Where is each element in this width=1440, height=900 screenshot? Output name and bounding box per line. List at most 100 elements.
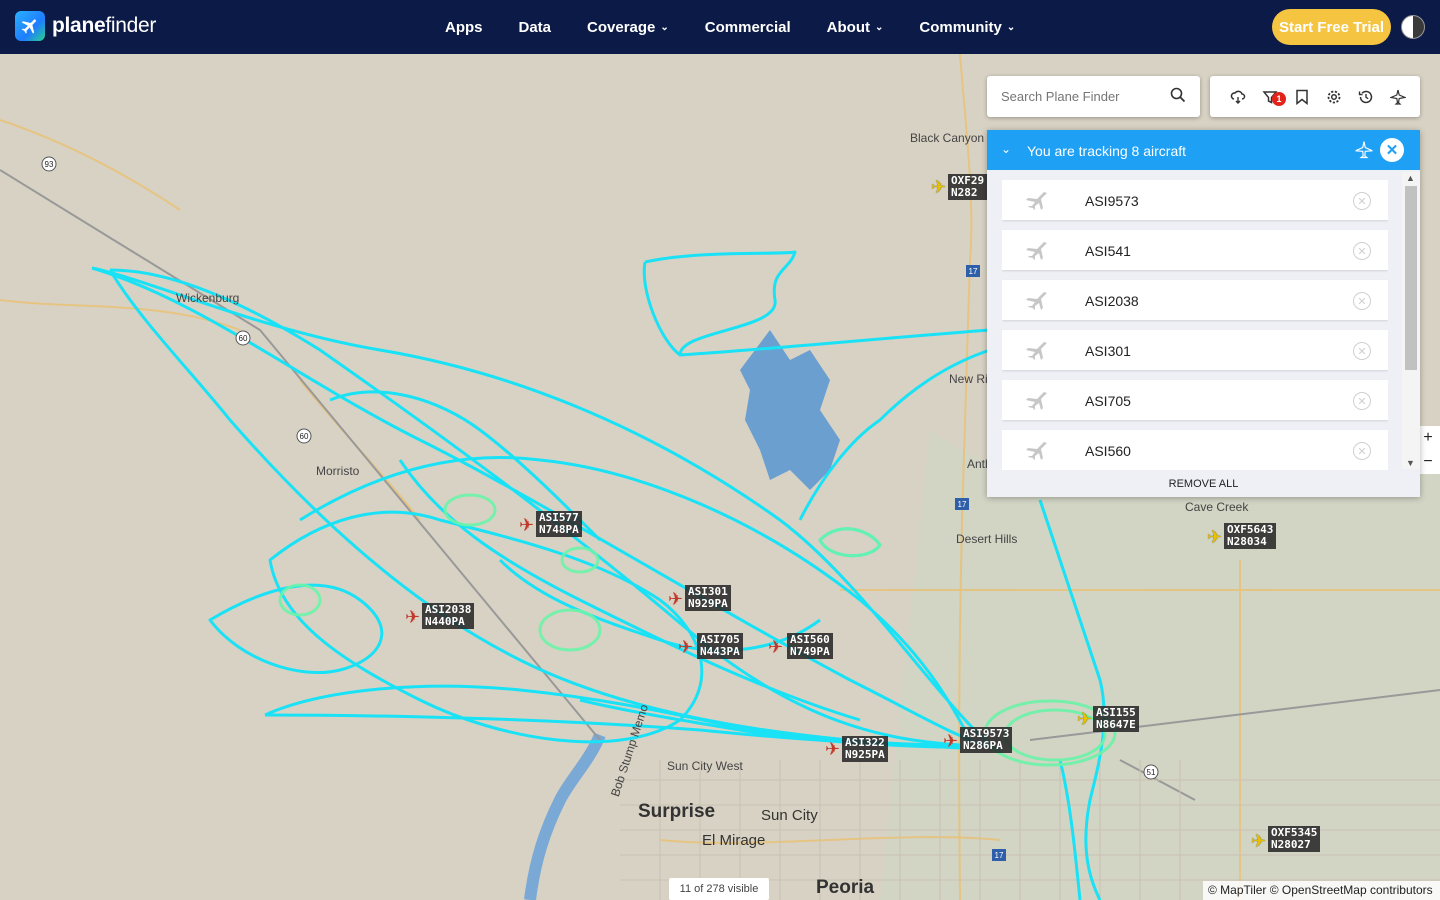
aircraft-label[interactable]: ASI577 N748PA [536,511,582,537]
tracked-aircraft-row[interactable]: ASI705 ✕ [1002,380,1388,420]
aircraft-callsign: ASI301 [1085,343,1131,359]
start-free-trial-button[interactable]: Start Free Trial [1272,9,1391,45]
logo-text: planefinder [52,14,157,37]
aircraft-marker-icon[interactable]: ✈ [678,638,693,656]
aircraft-marker-icon[interactable]: ✈ [768,638,783,656]
plane-icon [1024,190,1050,215]
aircraft-label[interactable]: ASI705 N443PA [697,633,743,659]
scrollbar-thumb[interactable] [1405,186,1417,370]
aircraft-marker-icon[interactable]: ✈ [405,608,420,626]
place-black-canyon: Black Canyon C [910,131,997,145]
panel-scrollbar[interactable]: ▲ ▼ [1402,172,1420,469]
remove-aircraft-button[interactable]: ✕ [1353,392,1371,410]
svg-text:17: 17 [969,267,978,276]
aircraft-callsign: ASI2038 [1085,293,1139,309]
place-cave-creek: Cave Creek [1185,500,1249,514]
tracked-aircraft-row[interactable]: ASI301 ✕ [1002,330,1388,370]
place-el-mirage: El Mirage [702,832,766,849]
aircraft-callsign: ASI560 [1085,443,1131,459]
map-attribution[interactable]: © MapTiler © OpenStreetMap contributors [1203,881,1440,900]
svg-text:51: 51 [1147,768,1156,777]
aircraft-label[interactable]: ASI9573 N286PA [960,727,1013,753]
map-toolbar: 1 [1210,76,1420,117]
tracked-aircraft-row[interactable]: ASI560 ✕ [1002,430,1388,470]
bookmark-icon[interactable] [1286,76,1318,117]
plane-icon [1024,440,1050,465]
user-avatar[interactable] [1401,15,1425,39]
svg-text:60: 60 [300,432,309,441]
main-nav: Apps Data Coverage ⌄ Commercial About ⌄ Co… [445,0,1051,54]
plane-icon [1024,240,1050,265]
aircraft-marker-icon[interactable]: ✈ [931,178,946,196]
tracking-panel: ⌄ You are tracking 8 aircraft ✕ ASI9573 … [987,130,1420,497]
search-input[interactable] [1001,89,1161,104]
aircraft-marker-icon[interactable]: ✈ [1077,710,1092,728]
aircraft-callsign: ASI9573 [1085,193,1139,209]
nav-data[interactable]: Data [519,19,552,36]
close-panel-button[interactable]: ✕ [1380,138,1404,162]
tracked-aircraft-row[interactable]: ASI2038 ✕ [1002,280,1388,320]
aircraft-marker-icon[interactable]: ✈ [943,732,958,750]
nav-about[interactable]: About ⌄ [827,19,884,36]
place-sun-city: Sun City [761,807,818,824]
tracking-title: You are tracking 8 aircraft [1027,143,1187,159]
chevron-down-icon: ⌄ [660,21,669,33]
plane-icon [1024,340,1050,365]
aircraft-marker-icon[interactable]: ✈ [519,516,534,534]
visible-aircraft-count: 11 of 278 visible [669,878,769,900]
scroll-up-icon[interactable]: ▲ [1406,173,1415,183]
plane-outline-icon [1354,140,1374,165]
search-box [987,76,1200,117]
remove-aircraft-button[interactable]: ✕ [1353,192,1371,210]
remove-all-button[interactable]: REMOVE ALL [987,474,1420,497]
aircraft-label[interactable]: ASI2038 N440PA [422,603,475,629]
place-peoria: Peoria [816,877,875,898]
plane-icon [1024,390,1050,415]
svg-text:60: 60 [239,334,248,343]
aircraft-marker-icon[interactable]: ✈ [1207,528,1222,546]
place-wickenburg: Wickenburg [176,291,240,305]
aircraft-callsign: ASI541 [1085,243,1131,259]
tracked-aircraft-row[interactable]: ASI9573 ✕ [1002,180,1388,220]
aircraft-label[interactable]: ASI322 N925PA [842,736,888,762]
remove-aircraft-button[interactable]: ✕ [1353,342,1371,360]
chevron-down-icon: ⌄ [1006,21,1016,33]
aircraft-label[interactable]: OXF5345 N28027 [1268,826,1321,852]
remove-aircraft-button[interactable]: ✕ [1353,442,1371,460]
svg-text:17: 17 [995,851,1004,860]
svg-text:17: 17 [958,500,967,509]
chevron-down-icon: ⌄ [874,21,884,33]
aircraft-callsign: ASI705 [1085,393,1131,409]
history-icon[interactable] [1350,76,1382,117]
nav-apps[interactable]: Apps [445,19,483,36]
aircraft-settings-icon[interactable] [1382,76,1414,117]
top-navbar: planefinder Apps Data Coverage ⌄ Commerci… [0,0,1440,54]
filter-icon[interactable]: 1 [1254,76,1286,117]
aircraft-label[interactable]: ASI301 N929PA [685,585,731,611]
remove-aircraft-button[interactable]: ✕ [1353,292,1371,310]
aircraft-marker-icon[interactable]: ✈ [1251,832,1266,850]
scroll-down-icon[interactable]: ▼ [1406,458,1415,468]
plane-logo-icon [15,11,45,41]
aircraft-label[interactable]: ASI560 N749PA [787,633,833,659]
place-morristown: Morristo [316,464,360,478]
nav-community[interactable]: Community ⌄ [919,19,1015,36]
filter-count-badge: 1 [1272,92,1286,106]
settings-gear-icon[interactable] [1318,76,1350,117]
tracked-aircraft-list: ASI9573 ✕ ASI541 ✕ ASI2038 ✕ ASI301 ✕ AS… [1002,180,1388,470]
tracked-aircraft-row[interactable]: ASI541 ✕ [1002,230,1388,270]
svg-text:93: 93 [45,160,54,169]
nav-coverage[interactable]: Coverage ⌄ [587,19,669,36]
aircraft-label[interactable]: ASI155 N8647E [1093,706,1139,732]
remove-aircraft-button[interactable]: ✕ [1353,242,1371,260]
collapse-chevron-icon[interactable]: ⌄ [1001,142,1011,156]
place-sun-city-west: Sun City West [667,759,743,773]
nav-commercial[interactable]: Commercial [705,19,791,36]
planefinder-logo[interactable]: planefinder [15,11,156,41]
aircraft-marker-icon[interactable]: ✈ [668,590,683,608]
weather-icon[interactable] [1222,76,1254,117]
aircraft-label[interactable]: OXF29 N282 [948,174,988,200]
search-icon[interactable] [1170,87,1186,108]
aircraft-marker-icon[interactable]: ✈ [825,740,840,758]
aircraft-label[interactable]: OXF5643 N28034 [1224,523,1277,549]
